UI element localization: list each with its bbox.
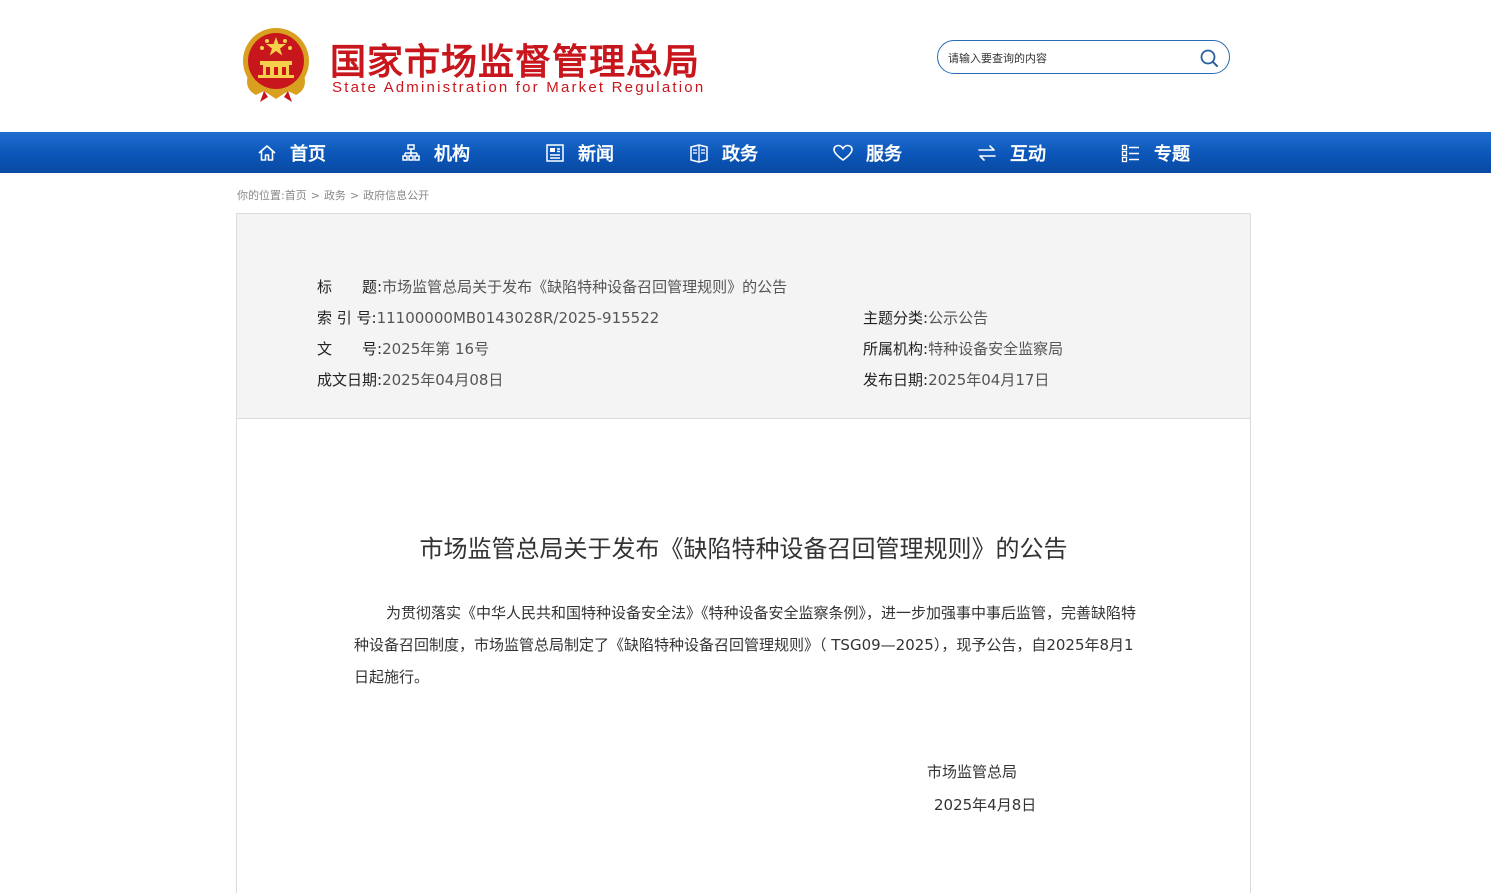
nav-label: 服务 [866, 143, 902, 165]
search-box [937, 40, 1230, 74]
content-panel: 标 题:市场监管总局关于发布《缺陷特种设备召回管理规则》的公告 索 引 号:11… [236, 213, 1251, 893]
meta-title-row: 标 题:市场监管总局关于发布《缺陷特种设备召回管理规则》的公告 [317, 276, 787, 297]
meta-index-label: 索 引 号: [317, 309, 377, 327]
meta-category-row: 主题分类:公示公告 [863, 307, 988, 328]
article-title: 市场监管总局关于发布《缺陷特种设备召回管理规则》的公告 [419, 535, 1068, 563]
nav-label: 机构 [434, 143, 470, 165]
meta-published-label: 发布日期: [863, 371, 929, 389]
meta-written-value: 2025年04月08日 [382, 371, 504, 389]
book-icon [690, 143, 708, 163]
meta-docno-label: 文 号: [317, 340, 383, 358]
meta-index-row: 索 引 号:11100000MB0143028R/2025-915522 [317, 307, 659, 328]
breadcrumb-affairs[interactable]: 政务 [324, 189, 346, 202]
meta-index-value: 11100000MB0143028R/2025-915522 [376, 309, 660, 327]
search-icon[interactable] [1199, 48, 1219, 68]
heart-icon [833, 144, 853, 161]
breadcrumb-gov-info[interactable]: 政府信息公开 [363, 189, 429, 202]
meta-docno-value: 2025年第 16号 [382, 340, 490, 358]
main-nav: 首页 机构 新闻 政务 服务 互动 专题 [0, 132, 1491, 173]
meta-docno-row: 文 号:2025年第 16号 [317, 338, 489, 359]
nav-item-interaction[interactable]: 互动 [976, 132, 1046, 173]
nav-item-home[interactable]: 首页 [256, 132, 326, 173]
search-input[interactable] [948, 48, 1188, 68]
site-subtitle: State Administration for Market Regulati… [332, 79, 706, 96]
exchange-arrows-icon [978, 144, 996, 161]
nav-label: 新闻 [578, 143, 614, 165]
nav-item-topics[interactable]: 专题 [1120, 132, 1190, 173]
nav-label: 首页 [290, 143, 326, 165]
nav-item-news[interactable]: 新闻 [544, 132, 614, 173]
signature-org: 市场监管总局 [927, 763, 1018, 781]
nav-label: 互动 [1010, 143, 1046, 165]
meta-category-value: 公示公告 [928, 309, 989, 327]
meta-title-label: 标 题: [317, 278, 383, 296]
meta-published-value: 2025年04月17日 [928, 371, 1050, 389]
list-icon [1121, 144, 1139, 162]
meta-written-label: 成文日期: [317, 371, 383, 389]
meta-dept-row: 所属机构:特种设备安全监察局 [863, 338, 1063, 359]
breadcrumb: 你的位置:首页 > 政务 > 政府信息公开 [237, 187, 429, 203]
nav-label: 专题 [1154, 143, 1190, 165]
breadcrumb-home[interactable]: 首页 [285, 189, 307, 202]
site-header: 国家市场监督管理总局 State Administration for Mark… [0, 0, 1491, 132]
meta-dept-value: 特种设备安全监察局 [928, 340, 1064, 358]
meta-title-value: 市场监管总局关于发布《缺陷特种设备召回管理规则》的公告 [382, 278, 788, 296]
nav-item-affairs[interactable]: 政务 [688, 132, 758, 173]
newspaper-icon [546, 143, 564, 162]
site-title: 国家市场监督管理总局 [330, 42, 701, 83]
nav-item-service[interactable]: 服务 [832, 132, 902, 173]
national-emblem-icon[interactable] [240, 25, 312, 103]
meta-published-row: 发布日期:2025年04月17日 [863, 369, 1049, 390]
nav-label: 政务 [722, 143, 758, 165]
meta-dept-label: 所属机构: [863, 340, 929, 358]
org-chart-icon [402, 143, 420, 161]
nav-item-org[interactable]: 机构 [400, 132, 470, 173]
meta-category-label: 主题分类: [863, 309, 929, 327]
meta-written-row: 成文日期:2025年04月08日 [317, 369, 503, 390]
home-icon [258, 144, 276, 161]
article-body: 为贯彻落实《中华人民共和国特种设备安全法》《特种设备安全监察条例》，进一步加强事… [354, 604, 1137, 686]
breadcrumb-separator: > [310, 189, 320, 202]
breadcrumb-separator: > [349, 189, 360, 202]
document-meta: 标 题:市场监管总局关于发布《缺陷特种设备召回管理规则》的公告 索 引 号:11… [237, 214, 1250, 419]
signature-date: 2025年4月8日 [934, 796, 1037, 814]
breadcrumb-prefix: 你的位置: [237, 189, 285, 202]
